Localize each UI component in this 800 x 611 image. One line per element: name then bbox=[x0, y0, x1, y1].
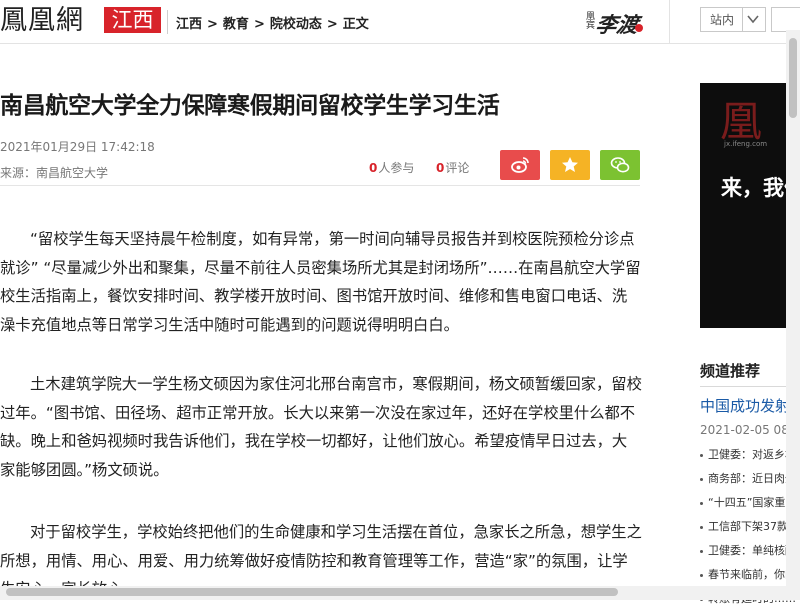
channel-news-item[interactable]: 商务部：近日肉蛋菜 bbox=[700, 467, 800, 491]
comments-number: 0 bbox=[436, 161, 445, 175]
breadcrumb-school-news[interactable]: 院校动态 bbox=[270, 17, 322, 32]
breadcrumb-separator: > bbox=[207, 17, 218, 32]
bullet-icon bbox=[700, 453, 703, 457]
share-wechat-button[interactable] bbox=[600, 150, 640, 180]
header-divider bbox=[167, 10, 168, 34]
bullet-icon bbox=[700, 477, 703, 481]
article-paragraph: 土木建筑学院大一学生杨文硕因为家住河北邢台南宫市，寒假期间，杨文硕暂缓回家，留校… bbox=[0, 375, 642, 479]
bullet-icon bbox=[700, 549, 703, 553]
participants-label: 人参与 bbox=[378, 161, 415, 175]
participants-number: 0 bbox=[369, 161, 378, 175]
breadcrumb-jiangxi[interactable]: 江西 bbox=[176, 17, 202, 32]
ifeng-logo[interactable]: 鳳凰網 bbox=[0, 4, 84, 38]
channel-news-item[interactable]: 卫健委：单纯核酸阳 bbox=[700, 539, 800, 563]
bullet-icon bbox=[700, 573, 703, 577]
source-name-link[interactable]: 南昌航空大学 bbox=[36, 166, 108, 180]
breadcrumb: 江西 > 教育 > 院校动态 > 正文 bbox=[176, 13, 369, 32]
brand-stamp-icon bbox=[635, 24, 643, 32]
vertical-scrollbar[interactable] bbox=[786, 30, 800, 586]
channel-recommend-title: 频道推荐 bbox=[700, 362, 761, 380]
chevron-down-icon bbox=[747, 15, 759, 24]
channel-news-item[interactable]: 春节来临前，你的 bbox=[700, 563, 800, 587]
share-weibo-button[interactable] bbox=[500, 150, 540, 180]
horizontal-scrollbar-thumb[interactable] bbox=[6, 588, 618, 596]
breadcrumb-separator: > bbox=[253, 17, 265, 32]
region-logo-badge[interactable]: 江西 bbox=[104, 7, 161, 33]
search-input[interactable] bbox=[771, 7, 800, 32]
channel-headline-date: 2021-02-05 08:25 bbox=[700, 423, 800, 437]
channel-news-item[interactable]: 工信部下架37款侵 bbox=[700, 515, 800, 539]
sponsor-brand-logo[interactable]: 凰宾 李渡 bbox=[580, 8, 643, 38]
banner-site-url: jx.ifeng.com bbox=[724, 140, 768, 148]
sidebar-ad-banner[interactable]: 凰 jx.ifeng.com 来，我们 bbox=[700, 83, 800, 328]
brand-script-text: 李渡 bbox=[593, 12, 641, 37]
bullet-icon bbox=[700, 501, 703, 505]
brand-seal: 凰宾 bbox=[584, 11, 594, 29]
channel-divider bbox=[700, 386, 800, 387]
comments-label: 评论 bbox=[445, 161, 470, 175]
bullet-icon bbox=[700, 525, 703, 529]
article-date: 2021年01月29日 17:42:18 bbox=[0, 140, 155, 154]
meta-divider bbox=[0, 185, 640, 186]
source-prefix: 来源： bbox=[0, 166, 37, 180]
breadcrumb-education[interactable]: 教育 bbox=[223, 17, 249, 32]
star-icon bbox=[562, 157, 578, 172]
search-scope-select[interactable]: 站内 bbox=[700, 7, 766, 32]
wechat-icon bbox=[610, 157, 630, 173]
select-divider bbox=[742, 8, 743, 31]
site-header: 鳳凰網 江西 江西 > 教育 > 院校动态 > 正文 凰宾 李渡 站内 bbox=[0, 0, 800, 44]
header-divider-right bbox=[669, 0, 670, 43]
channel-headline-link[interactable]: 中国成功发射遥感 bbox=[700, 395, 800, 416]
horizontal-scrollbar[interactable] bbox=[0, 586, 800, 600]
article-source: 来源：南昌航空大学 bbox=[0, 164, 108, 181]
comments-count[interactable]: 0评论 bbox=[436, 159, 469, 176]
vertical-scrollbar-thumb[interactable] bbox=[789, 38, 797, 118]
weibo-icon bbox=[511, 157, 529, 173]
breadcrumb-current: 正文 bbox=[342, 17, 369, 32]
article-title: 南昌航空大学全力保障寒假期间留校学生学习生活 bbox=[0, 93, 500, 119]
channel-news-label: “十四五”国家重点 bbox=[708, 496, 797, 509]
participants-count[interactable]: 0人参与 bbox=[369, 159, 414, 176]
channel-news-label: 春节来临前，你的 bbox=[708, 568, 796, 581]
channel-news-item[interactable]: 卫健委：对返乡群众 bbox=[700, 443, 800, 467]
search-scope-label: 站内 bbox=[710, 13, 735, 27]
article-paragraph: “留校学生每天坚持晨午检制度，如有异常，第一时间向辅导员报告并到校医院预检分诊点… bbox=[0, 230, 641, 334]
breadcrumb-separator: > bbox=[326, 17, 338, 32]
channel-news-item[interactable]: “十四五”国家重点 bbox=[700, 491, 800, 515]
favorite-button[interactable] bbox=[550, 150, 590, 180]
